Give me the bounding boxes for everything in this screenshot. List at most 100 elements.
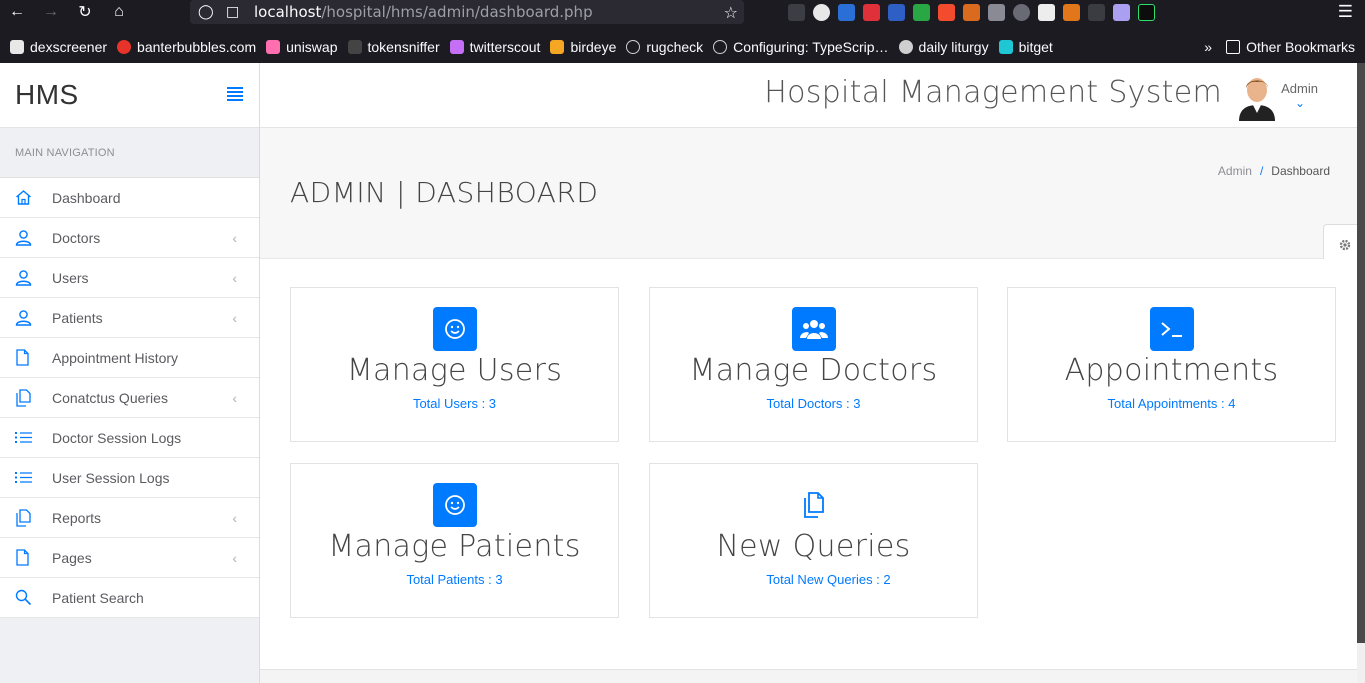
- breadcrumb-admin[interactable]: Admin: [1218, 164, 1252, 178]
- extension-icon[interactable]: [1138, 3, 1155, 21]
- sidebar-item-patient-search[interactable]: Patient Search: [0, 578, 259, 618]
- total-doctors-link[interactable]: Total Doctors : 3: [767, 396, 861, 411]
- sidebar-item-pages[interactable]: Pages ‹: [0, 538, 259, 578]
- sidebar-item-appointment-history[interactable]: Appointment History: [0, 338, 259, 378]
- other-bookmarks[interactable]: Other Bookmarks: [1226, 39, 1355, 55]
- chevron-double-right-icon[interactable]: »: [1204, 39, 1212, 55]
- phantom-icon[interactable]: [1113, 3, 1130, 21]
- card-manage-patients[interactable]: Manage Patients Total Patients : 3: [290, 463, 619, 618]
- sidebar-item-conatctus-queries[interactable]: Conatctus Queries ‹: [0, 378, 259, 418]
- pdf-icon[interactable]: [888, 3, 905, 21]
- smile-icon: [432, 483, 477, 527]
- pocket-icon[interactable]: [788, 3, 805, 21]
- sidebar-item-user-session-logs[interactable]: User Session Logs: [0, 458, 259, 498]
- sidebar-item-label: Dashboard: [52, 189, 121, 206]
- globe-icon: [713, 40, 728, 54]
- extension-icon[interactable]: [938, 3, 955, 21]
- sidebar-item-dashboard[interactable]: Dashboard: [0, 178, 259, 218]
- list-icon: [0, 431, 52, 444]
- bookmark-label: daily liturgy: [918, 39, 989, 55]
- bookmark-item[interactable]: Configuring: TypeScrip…: [713, 39, 889, 55]
- metamask-icon[interactable]: [1063, 3, 1080, 21]
- bookmark-label: banterbubbles.com: [137, 39, 257, 55]
- url-bar[interactable]: ◯ □ localhost/hospital/hms/admin/dashboa…: [190, 0, 744, 24]
- bookmark-item[interactable]: uniswap: [266, 39, 338, 55]
- user-name[interactable]: Admin: [1281, 81, 1318, 96]
- home-icon[interactable]: ⌂: [102, 0, 136, 24]
- user-icon: [0, 229, 52, 246]
- sidebar-item-users[interactable]: Users ‹: [0, 258, 259, 298]
- account-icon[interactable]: [813, 3, 830, 21]
- browser-toolbar: ← → ↻ ⌂ ◯ □ localhost/hospital/hms/admin…: [0, 0, 1365, 24]
- extension-icon[interactable]: [838, 3, 855, 21]
- reload-icon[interactable]: ↻: [68, 0, 102, 24]
- forward-arrow-icon[interactable]: →: [34, 0, 68, 24]
- bookmark-star-icon[interactable]: ☆: [724, 3, 738, 22]
- bookmark-label: twitterscout: [469, 39, 541, 55]
- card-new-queries[interactable]: New Queries Total New Queries : 2: [649, 463, 978, 618]
- bookmark-item[interactable]: tokensniffer: [347, 39, 440, 55]
- card-title: Manage Doctors: [689, 353, 938, 388]
- card-title: Appointments: [1064, 353, 1279, 388]
- sidebar-item-patients[interactable]: Patients ‹: [0, 298, 259, 338]
- back-arrow-icon[interactable]: ←: [0, 0, 34, 24]
- chevron-left-icon: ‹: [232, 389, 237, 406]
- bookmark-item[interactable]: bitget: [998, 39, 1053, 55]
- menu-icon[interactable]: ☰: [1338, 2, 1353, 22]
- avatar[interactable]: [1237, 73, 1277, 121]
- sidebar-toggle-icon[interactable]: [227, 87, 243, 101]
- total-patients-link[interactable]: Total Patients : 3: [406, 572, 502, 587]
- files-icon: [0, 508, 52, 527]
- bookmark-label: bitget: [1018, 39, 1053, 55]
- search-icon: [0, 589, 52, 606]
- vertical-scrollbar[interactable]: [1357, 63, 1365, 643]
- brand-title[interactable]: HMS: [15, 79, 79, 111]
- url-host: localhost: [254, 3, 322, 21]
- home-icon: [0, 189, 52, 206]
- bookmark-label: tokensniffer: [367, 39, 440, 55]
- topbar: Hospital Management System Admin ⌄: [260, 63, 1365, 128]
- bookmark-label: rugcheck: [646, 39, 704, 55]
- card-manage-users[interactable]: Manage Users Total Users : 3: [290, 287, 619, 442]
- globe-icon: [626, 40, 641, 54]
- nav-list: Dashboard Doctors ‹ Users ‹ Patients ‹ Appointm…: [0, 178, 259, 618]
- bookmark-item[interactable]: twitterscout: [449, 39, 541, 55]
- sidebar-item-doctors[interactable]: Doctors ‹: [0, 218, 259, 258]
- bookmark-label: birdeye: [570, 39, 617, 55]
- bookmark-item[interactable]: daily liturgy: [898, 39, 989, 55]
- card-title: Manage Patients: [328, 529, 581, 564]
- extension-icon[interactable]: [913, 3, 930, 21]
- react-icon[interactable]: [1013, 3, 1030, 21]
- extension-icon[interactable]: [863, 3, 880, 21]
- card-appointments[interactable]: Appointments Total Appointments : 4: [1007, 287, 1336, 442]
- url-text[interactable]: localhost/hospital/hms/admin/dashboard.p…: [254, 3, 593, 21]
- bookmark-item[interactable]: birdeye: [550, 39, 616, 55]
- breadcrumb-separator: /: [1259, 164, 1264, 178]
- bookmark-item[interactable]: banterbubbles.com: [117, 39, 256, 55]
- files-icon: [792, 483, 836, 527]
- extension-icon[interactable]: [963, 3, 980, 21]
- sidebar-item-reports[interactable]: Reports ‹: [0, 498, 259, 538]
- card-manage-doctors[interactable]: Manage Doctors Total Doctors : 3: [649, 287, 978, 442]
- total-appointments-link[interactable]: Total Appointments : 4: [1108, 396, 1236, 411]
- footer-divider: [260, 669, 1357, 670]
- bookmark-item[interactable]: dexscreener: [10, 39, 107, 55]
- sidebar-item-label: Doctors: [52, 229, 101, 246]
- files-icon: [0, 388, 52, 407]
- chevron-down-icon[interactable]: ⌄: [1295, 96, 1305, 110]
- list-icon: [0, 471, 52, 484]
- bookmark-favicon-icon: [550, 40, 565, 54]
- users-group-icon: [791, 307, 836, 351]
- page-title: ADMIN | DASHBOARD: [290, 176, 599, 209]
- bookmark-item[interactable]: rugcheck: [626, 39, 703, 55]
- extension-icon[interactable]: [1038, 3, 1055, 21]
- extension-icon[interactable]: [1088, 3, 1105, 21]
- gear-icon: [1339, 239, 1350, 251]
- sidebar-item-doctor-session-logs[interactable]: Doctor Session Logs: [0, 418, 259, 458]
- app: HMS MAIN NAVIGATION Dashboard Doctors ‹ Use…: [0, 63, 1365, 683]
- bookmark-favicon-icon: [266, 40, 281, 54]
- chevron-left-icon: ‹: [232, 269, 237, 286]
- total-users-link[interactable]: Total Users : 3: [413, 396, 496, 411]
- total-new-queries-link[interactable]: Total New Queries : 2: [766, 572, 890, 587]
- extension-icon[interactable]: [988, 3, 1005, 21]
